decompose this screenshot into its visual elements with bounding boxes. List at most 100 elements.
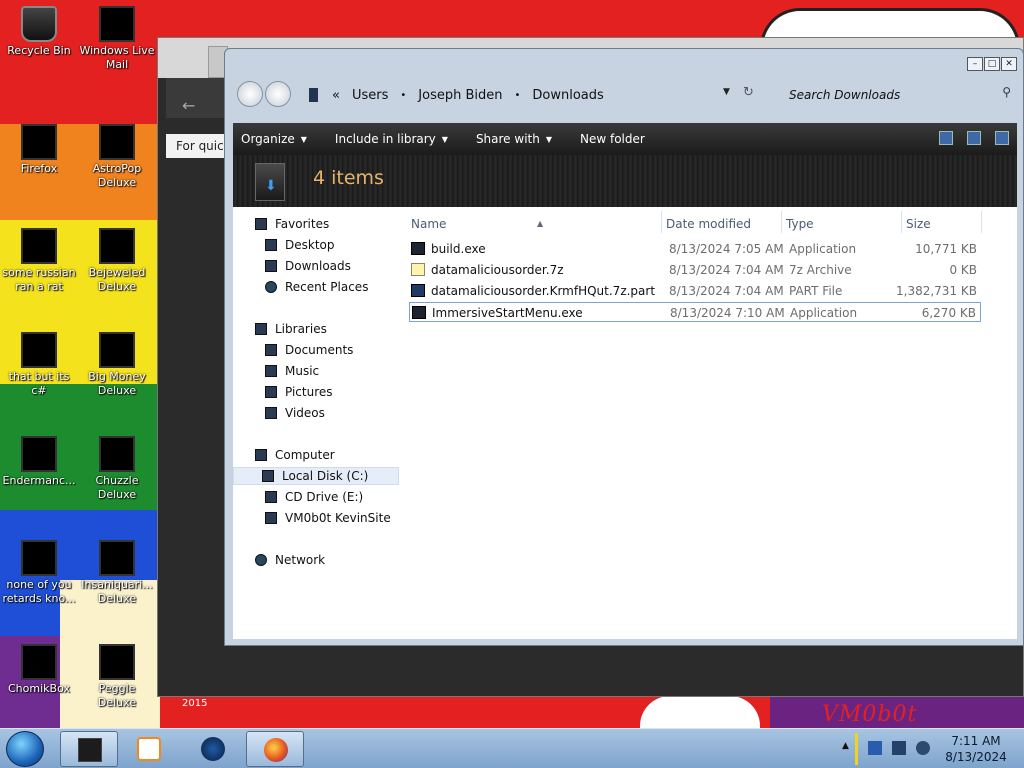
nav-label: Favorites bbox=[275, 217, 330, 231]
desktop-icon-russian-rat[interactable]: some russian ran a rat bbox=[0, 228, 78, 294]
explorer-titlebar[interactable] bbox=[225, 49, 1023, 77]
nav-music[interactable]: Music bbox=[265, 364, 319, 378]
breadcrumb-users[interactable]: Users bbox=[352, 88, 388, 103]
desktop-icon-label: Insaniquari... Deluxe bbox=[81, 578, 153, 605]
desktop-icon-big-money[interactable]: Big Money Deluxe bbox=[78, 332, 156, 398]
breadcrumb-downloads[interactable]: Downloads bbox=[532, 88, 603, 103]
desktop-icon-insaniquarium[interactable]: Insaniquari... Deluxe bbox=[78, 540, 156, 606]
action-center-icon[interactable] bbox=[868, 741, 882, 755]
include-in-library-button[interactable]: Include in library ▼ bbox=[335, 132, 448, 146]
file-type: 7z Archive bbox=[789, 263, 852, 277]
nav-label: Music bbox=[285, 364, 320, 378]
explorer-content: Favorites Desktop Downloads Recent Place… bbox=[233, 207, 1017, 639]
exe-file-icon bbox=[411, 242, 425, 255]
file-row[interactable]: datamaliciousorder.KrmfHQut.7z.part 8/13… bbox=[409, 281, 981, 301]
system-clock[interactable]: 7:11 AM 8/13/2024 bbox=[936, 733, 1016, 765]
nav-cd-drive[interactable]: CD Drive (E:) bbox=[265, 490, 363, 504]
column-header-type[interactable]: Type bbox=[786, 213, 896, 235]
nav-downloads[interactable]: Downloads bbox=[265, 259, 351, 273]
nav-network-share[interactable]: VM0b0t KevinSite bbox=[265, 511, 391, 525]
exe-file-icon bbox=[412, 306, 426, 319]
nav-computer[interactable]: Computer bbox=[255, 448, 335, 462]
back-button[interactable] bbox=[237, 81, 263, 107]
nav-favorites[interactable]: Favorites bbox=[255, 217, 329, 231]
nav-local-disk[interactable]: Local Disk (C:) bbox=[233, 467, 400, 485]
game-icon bbox=[99, 228, 135, 264]
media-player-icon bbox=[137, 737, 161, 761]
nav-videos[interactable]: Videos bbox=[265, 406, 325, 420]
share-with-button[interactable]: Share with ▼ bbox=[476, 132, 552, 146]
address-bar[interactable]: « Users • Joseph Biden • Downloads bbox=[309, 83, 779, 107]
taskbar-app-button[interactable] bbox=[184, 731, 242, 767]
file-row[interactable]: build.exe 8/13/2024 7:05 AM Application … bbox=[409, 239, 981, 259]
breadcrumb-separator[interactable]: • bbox=[400, 90, 406, 101]
desktop-icon-chomikbox[interactable]: ChomikBox bbox=[0, 644, 78, 696]
nav-documents[interactable]: Documents bbox=[265, 343, 353, 357]
pictures-icon bbox=[265, 386, 277, 398]
breadcrumb-joseph-biden[interactable]: Joseph Biden bbox=[418, 88, 502, 103]
taskbar-explorer-button[interactable] bbox=[60, 731, 118, 767]
nav-label: Documents bbox=[285, 343, 354, 357]
column-header-date-modified[interactable]: Date modified bbox=[666, 213, 781, 235]
column-divider[interactable] bbox=[901, 211, 902, 233]
network-tray-icon[interactable] bbox=[892, 741, 906, 755]
game-icon bbox=[99, 540, 135, 576]
documents-icon bbox=[265, 344, 277, 356]
search-input[interactable]: Search Downloads bbox=[781, 83, 1011, 107]
desktop-icon-peggle[interactable]: Peggle Deluxe bbox=[78, 644, 156, 710]
volume-icon[interactable] bbox=[916, 741, 930, 755]
desktop-icon-csharp[interactable]: that but its c# bbox=[0, 332, 78, 398]
show-hidden-icons-button[interactable]: ▲ bbox=[842, 741, 849, 751]
column-divider[interactable] bbox=[981, 211, 982, 233]
desktop-icon-bejeweled[interactable]: Bejeweled Deluxe bbox=[78, 228, 156, 294]
back-arrow-icon[interactable]: ← bbox=[182, 96, 195, 115]
nav-pictures[interactable]: Pictures bbox=[265, 385, 333, 399]
search-icon[interactable]: ⚲ bbox=[1002, 85, 1011, 99]
organize-button[interactable]: Organize ▼ bbox=[241, 132, 307, 146]
desktop-icon-recycle-bin[interactable]: Recycle Bin bbox=[0, 6, 78, 58]
nav-libraries[interactable]: Libraries bbox=[255, 322, 327, 336]
downloads-icon bbox=[265, 260, 277, 272]
file-size: 10,771 KB bbox=[915, 242, 977, 256]
nav-recent-places[interactable]: Recent Places bbox=[265, 280, 368, 294]
downloads-folder-icon bbox=[255, 163, 285, 201]
nav-label: Local Disk (C:) bbox=[282, 469, 369, 483]
column-divider[interactable] bbox=[781, 211, 782, 233]
close-button[interactable]: ✕ bbox=[1001, 57, 1017, 71]
cd-drive-icon bbox=[265, 491, 277, 503]
column-divider[interactable] bbox=[661, 211, 662, 233]
file-row[interactable]: datamaliciousorder.7z 8/13/2024 7:04 AM … bbox=[409, 260, 981, 280]
desktop-icon-chuzzle[interactable]: Chuzzle Deluxe bbox=[78, 436, 156, 502]
recent-places-icon bbox=[265, 281, 277, 293]
desktop-icon-endermanch[interactable]: Endermanc... bbox=[0, 436, 78, 488]
desktop-icon-astropop[interactable]: AstroPop Deluxe bbox=[78, 124, 156, 190]
file-type: Application bbox=[789, 242, 857, 256]
taskbar-firefox-button[interactable] bbox=[246, 731, 304, 767]
taskbar-media-player-button[interactable] bbox=[120, 731, 178, 767]
address-dropdown-icon[interactable]: ▼ bbox=[723, 87, 730, 97]
desktop-icon-windows-live-mail[interactable]: Windows Live Mail bbox=[78, 6, 156, 72]
file-size: 6,270 KB bbox=[921, 306, 976, 320]
breadcrumb-separator[interactable]: • bbox=[514, 90, 520, 101]
desktop-icon-label: some russian ran a rat bbox=[2, 266, 76, 293]
breadcrumb-root-chevron[interactable]: « bbox=[332, 88, 340, 103]
game-icon bbox=[99, 332, 135, 368]
maximize-button[interactable]: □ bbox=[984, 57, 1000, 71]
forward-button[interactable] bbox=[265, 81, 291, 107]
refresh-icon[interactable]: ↻ bbox=[743, 85, 754, 100]
recycle-bin-icon bbox=[21, 6, 57, 42]
app-icon bbox=[21, 644, 57, 680]
nav-network[interactable]: Network bbox=[255, 553, 325, 567]
change-view-icon[interactable] bbox=[939, 131, 953, 145]
desktop-icon-none-of-you[interactable]: none of you retards kno... bbox=[0, 540, 78, 606]
column-header-name[interactable]: Name ▲ bbox=[411, 213, 659, 235]
preview-pane-icon[interactable] bbox=[967, 131, 981, 145]
file-row[interactable]: ImmersiveStartMenu.exe 8/13/2024 7:10 AM… bbox=[409, 302, 981, 322]
minimize-button[interactable]: – bbox=[967, 57, 983, 71]
desktop-icon-firefox[interactable]: Firefox bbox=[0, 124, 78, 176]
column-header-size[interactable]: Size bbox=[906, 213, 976, 235]
nav-desktop[interactable]: Desktop bbox=[265, 238, 335, 252]
start-button[interactable] bbox=[6, 731, 44, 767]
new-folder-button[interactable]: New folder bbox=[580, 132, 645, 146]
help-icon[interactable] bbox=[995, 131, 1009, 145]
